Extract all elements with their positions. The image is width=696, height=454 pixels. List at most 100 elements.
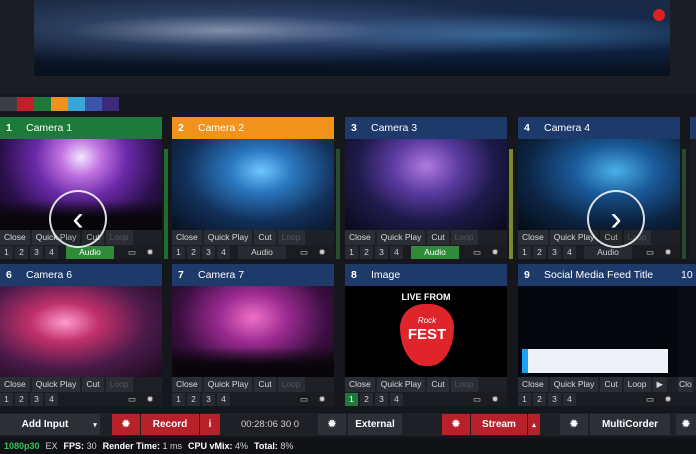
color-swatch[interactable] — [17, 97, 34, 111]
cut-button[interactable]: Cut — [254, 377, 276, 392]
gear-icon[interactable]: ✹ — [489, 246, 501, 259]
color-swatch[interactable] — [51, 97, 68, 111]
quick-play-button[interactable]: Quick Play — [376, 230, 426, 245]
tile-header[interactable]: 1 Camera 1 — [0, 117, 162, 139]
monitor-icon[interactable]: ▭ — [126, 393, 138, 406]
multicorder-settings-button[interactable]: ✹ — [560, 414, 588, 435]
gear-icon[interactable]: ✹ — [662, 246, 674, 259]
color-swatch[interactable] — [34, 97, 51, 111]
tile-thumbnail[interactable] — [172, 139, 334, 230]
loop-button[interactable]: Loop — [277, 230, 305, 245]
overlay-1-button[interactable]: 1 — [0, 245, 13, 259]
monitor-icon[interactable]: ▭ — [644, 246, 656, 259]
cut-button[interactable]: Cut — [82, 377, 104, 392]
add-input-button[interactable]: Add Input — [0, 414, 90, 435]
tile-thumbnail[interactable] — [518, 286, 680, 377]
close-button[interactable]: Close — [518, 230, 548, 245]
quick-play-button[interactable]: Quick Play — [203, 377, 253, 392]
overlay-3-button[interactable]: 3 — [375, 392, 388, 406]
tile-thumbnail[interactable]: LIVE FROM Rock FEST — [345, 286, 507, 377]
gear-icon[interactable]: ✹ — [144, 246, 156, 259]
overlay-2-button[interactable]: 2 — [15, 245, 28, 259]
overlay-1-button[interactable]: 1 — [345, 245, 358, 259]
color-tag-strip[interactable] — [0, 97, 119, 111]
record-button[interactable]: Record — [141, 414, 199, 435]
audio-button[interactable]: Audio — [584, 245, 632, 259]
monitor-icon[interactable]: ▭ — [471, 393, 483, 406]
monitor-icon[interactable]: ▭ — [471, 246, 483, 259]
resolution-label[interactable]: 1080p30 — [4, 441, 40, 451]
overlay-4-button[interactable]: 4 — [563, 392, 576, 406]
close-button[interactable]: Close — [345, 377, 375, 392]
record-settings-button[interactable]: ✹ — [112, 414, 140, 435]
close-button[interactable]: Clo — [678, 377, 693, 392]
close-button[interactable]: Close — [345, 230, 375, 245]
overlay-4-button[interactable]: 4 — [45, 392, 58, 406]
input-tile-image[interactable]: 8 Image LIVE FROM Rock FEST Close Quick P… — [345, 264, 507, 406]
close-button[interactable]: Close — [0, 230, 30, 245]
close-button[interactable]: Close — [172, 230, 202, 245]
tile-thumbnail[interactable] — [345, 139, 507, 230]
loop-button[interactable]: Loop — [105, 377, 133, 392]
color-swatch[interactable] — [102, 97, 119, 111]
tile-header[interactable]: 8 Image — [345, 264, 507, 286]
gear-icon[interactable]: ✹ — [316, 393, 328, 406]
overlay-1-button[interactable]: 1 — [518, 392, 531, 406]
overlay-1-button[interactable]: 1 — [518, 245, 531, 259]
overlay-3-button[interactable]: 3 — [30, 245, 43, 259]
external-button[interactable]: External — [348, 414, 402, 435]
input-tile-partial[interactable] — [690, 117, 696, 259]
cut-button[interactable]: Cut — [254, 230, 276, 245]
loop-button[interactable]: Loop — [450, 377, 478, 392]
stream-button[interactable]: Stream — [471, 414, 527, 435]
overlay-2-button[interactable]: 2 — [360, 245, 373, 259]
stream-settings-button[interactable]: ✹ — [442, 414, 470, 435]
add-input-dropdown[interactable]: ▾ — [90, 414, 100, 435]
gear-icon[interactable]: ✹ — [662, 393, 674, 406]
monitor-icon[interactable]: ▭ — [298, 393, 310, 406]
input-tile-camera-6[interactable]: 6 Camera 6 Close Quick Play Cut Loop 1 2 … — [0, 264, 162, 406]
next-page-button[interactable]: › — [587, 190, 645, 248]
overlay-2-button[interactable]: 2 — [533, 392, 546, 406]
tile-header[interactable]: 7 Camera 7 — [172, 264, 334, 286]
extra-settings-button[interactable]: ✹ — [676, 414, 696, 435]
close-button[interactable]: Close — [518, 377, 548, 392]
overlay-3-button[interactable]: 3 — [375, 245, 388, 259]
overlay-3-button[interactable]: 3 — [30, 392, 43, 406]
stream-dropdown[interactable]: ▴ — [528, 414, 540, 435]
monitor-icon[interactable]: ▭ — [298, 246, 310, 259]
overlay-4-button[interactable]: 4 — [563, 245, 576, 259]
gear-icon[interactable]: ✹ — [489, 393, 501, 406]
quick-play-button[interactable]: Quick Play — [31, 377, 81, 392]
gear-icon[interactable]: ✹ — [316, 246, 328, 259]
quick-play-button[interactable]: Quick Play — [549, 377, 599, 392]
overlay-1-button[interactable]: 1 — [172, 245, 185, 259]
input-tile-camera-2[interactable]: 2 Camera 2 Close Quick Play Cut Loop 1 2 … — [172, 117, 340, 259]
overlay-1-button[interactable]: 1 — [172, 392, 185, 406]
monitor-icon[interactable]: ▭ — [644, 393, 656, 406]
tile-header[interactable]: 4 Camera 4 — [518, 117, 680, 139]
play-icon[interactable]: ▶ — [652, 377, 668, 392]
audio-button[interactable]: Audio — [238, 245, 286, 259]
overlay-3-button[interactable]: 3 — [548, 245, 561, 259]
record-info-button[interactable]: i — [200, 414, 220, 435]
overlay-2-button[interactable]: 2 — [187, 392, 200, 406]
gear-icon[interactable]: ✹ — [144, 393, 156, 406]
input-tile-camera-7[interactable]: 7 Camera 7 Close Quick Play Cut Loop 1 2 … — [172, 264, 334, 406]
overlay-1-button[interactable]: 1 — [345, 392, 358, 406]
input-tile-camera-3[interactable]: 3 Camera 3 Close Quick Play Cut Loop 1 2 … — [345, 117, 513, 259]
loop-button[interactable]: Loop — [277, 377, 305, 392]
monitor-icon[interactable]: ▭ — [126, 246, 138, 259]
tile-thumbnail[interactable] — [172, 286, 334, 377]
previous-page-button[interactable]: ‹ — [49, 190, 107, 248]
overlay-3-button[interactable]: 3 — [202, 392, 215, 406]
color-swatch[interactable] — [0, 97, 17, 111]
overlay-1-button[interactable]: 1 — [0, 392, 13, 406]
loop-button[interactable]: Loop — [450, 230, 478, 245]
overlay-3-button[interactable]: 3 — [202, 245, 215, 259]
overlay-2-button[interactable]: 2 — [533, 245, 546, 259]
overlay-4-button[interactable]: 4 — [217, 245, 230, 259]
cut-button[interactable]: Cut — [427, 230, 449, 245]
input-tile-social-media[interactable]: 9 Social Media Feed Title Close Quick Pla… — [518, 264, 680, 406]
close-button[interactable]: Close — [0, 377, 30, 392]
